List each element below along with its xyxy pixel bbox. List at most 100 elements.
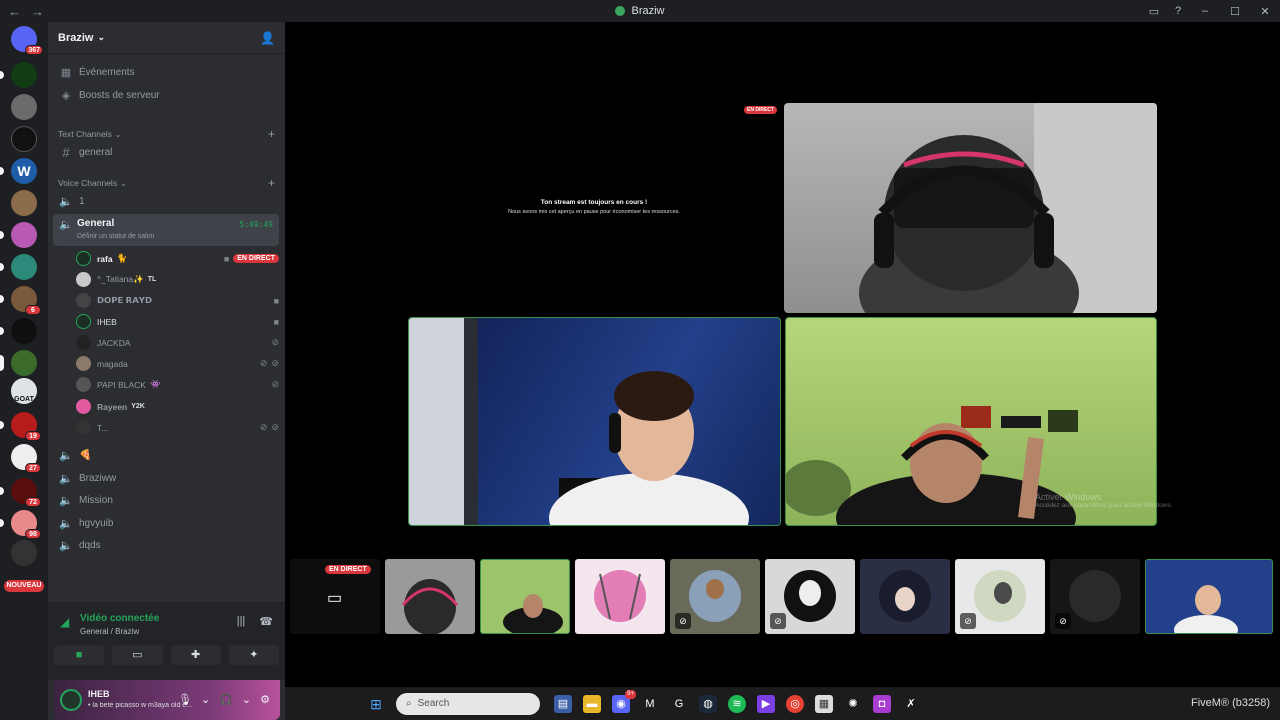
server-icon[interactable] bbox=[0, 350, 37, 376]
participant-tile[interactable] bbox=[860, 559, 950, 634]
participant-tile[interactable]: ⊘ bbox=[1050, 559, 1140, 634]
epic-games-icon[interactable]: M bbox=[641, 695, 659, 713]
events-item[interactable]: ▦ Événements bbox=[53, 62, 279, 83]
spotify-icon[interactable]: ≋ bbox=[728, 694, 746, 713]
server-icon[interactable]: 6 bbox=[0, 286, 41, 315]
voice-channel-path[interactable]: General / Braziw bbox=[80, 627, 139, 636]
server-play-icon[interactable] bbox=[11, 126, 37, 152]
voice-member[interactable]: T... ⊘ ⊘ bbox=[76, 417, 279, 438]
voice-member[interactable]: Rayeen Y2K bbox=[76, 396, 279, 417]
voice-channel-dqds[interactable]: 🔈 dqds bbox=[53, 535, 279, 556]
participant-tile[interactable] bbox=[480, 559, 570, 634]
activities-button[interactable]: ✚ bbox=[170, 645, 221, 665]
inbox-icon[interactable]: ▭ bbox=[1142, 5, 1166, 18]
chevron-down-icon[interactable]: ⌄ bbox=[242, 693, 251, 706]
settings-gear-icon[interactable]: ⚙ bbox=[260, 693, 270, 706]
server-icon[interactable]: 98 bbox=[0, 510, 41, 539]
file-explorer-icon[interactable]: ▬ bbox=[583, 694, 601, 713]
app-icon[interactable]: ◘ bbox=[873, 694, 891, 713]
server-icon[interactable]: 19 bbox=[0, 412, 41, 441]
participant-tile[interactable]: ⊘ bbox=[765, 559, 855, 634]
voice-channel-pizza[interactable]: 🔈 🍕 bbox=[53, 445, 279, 466]
discord-icon[interactable]: ◉ 9+ bbox=[612, 689, 636, 713]
server-icon[interactable] bbox=[11, 94, 37, 120]
app-icon[interactable]: ✗ bbox=[902, 695, 920, 713]
minimize-button[interactable]: – bbox=[1190, 5, 1220, 17]
avatar[interactable] bbox=[60, 689, 82, 711]
soundboard-button[interactable]: ✦ bbox=[228, 645, 279, 665]
speaker-icon: 🔈 bbox=[59, 473, 73, 485]
voice-channel-hgvyuib[interactable]: 🔈 hgvyuib bbox=[53, 513, 279, 534]
screen-share-button[interactable]: ▭ bbox=[112, 645, 163, 665]
add-channel-icon[interactable]: + bbox=[268, 176, 275, 190]
participant-tile[interactable] bbox=[385, 559, 475, 634]
camera-button[interactable]: ■ bbox=[54, 645, 105, 665]
add-channel-icon[interactable]: + bbox=[268, 127, 275, 141]
chevron-down-icon[interactable]: ⌄ bbox=[201, 693, 210, 706]
voice-member[interactable]: JACKDA ⊘ bbox=[76, 332, 279, 353]
steam-icon[interactable]: ◍ bbox=[699, 694, 717, 713]
invite-people-icon[interactable]: 👤 bbox=[260, 31, 275, 45]
voice-member[interactable]: magada ⊘ ⊘ bbox=[76, 353, 279, 374]
text-category[interactable]: Text Channels ⌄ + bbox=[58, 127, 275, 141]
server-w-icon[interactable]: W bbox=[0, 158, 37, 184]
voice-channel-general[interactable]: 🔈 General Définir un statut de salon 5:4… bbox=[53, 214, 279, 246]
help-icon[interactable]: ? bbox=[1166, 5, 1190, 17]
chrome-icon[interactable]: ◎ bbox=[786, 694, 804, 713]
forward-arrow-icon[interactable]: → bbox=[31, 4, 44, 19]
voice-member[interactable]: PAPI BLACK 👾 ⊘ bbox=[76, 374, 279, 395]
back-arrow-icon[interactable]: ← bbox=[8, 4, 21, 19]
participant-tile[interactable] bbox=[1145, 559, 1273, 634]
guild-header[interactable]: Braziw ⌄ 👤 bbox=[48, 22, 285, 54]
voice-member[interactable]: IHEB ■ bbox=[76, 311, 279, 332]
server-xxx-icon[interactable]: 72 bbox=[0, 478, 41, 507]
video-tile[interactable] bbox=[784, 103, 1157, 313]
stream-tile-paused[interactable]: Ton stream est toujours en cours ! Nous … bbox=[408, 103, 780, 313]
server-icon[interactable] bbox=[11, 190, 37, 216]
voice-member[interactable]: 𝗗𝗢𝗣𝗘 𝗥𝗔𝗬𝗗 ■ bbox=[76, 290, 279, 311]
direct-messages-icon[interactable]: 367 bbox=[11, 26, 43, 55]
channel-general[interactable]: # general bbox=[53, 142, 279, 163]
channel-status[interactable]: Définir un statut de salon bbox=[77, 233, 154, 240]
server-icon[interactable] bbox=[11, 540, 37, 566]
voice-member[interactable]: rafa 🐈 ■ EN DIRECT bbox=[76, 248, 279, 269]
participant-tile[interactable]: ⊘ bbox=[955, 559, 1045, 634]
voice-channel-braziww[interactable]: 🔈 Braziww bbox=[53, 468, 279, 489]
server-icon[interactable]: 27 bbox=[11, 444, 41, 473]
server-icon[interactable] bbox=[0, 318, 37, 344]
close-button[interactable]: ✕ bbox=[1250, 5, 1280, 18]
voice-channel-1[interactable]: 🔈 1 bbox=[53, 191, 279, 212]
disconnect-icon[interactable]: ☎ bbox=[259, 615, 273, 628]
app-icon[interactable]: ▶ bbox=[757, 694, 775, 713]
participant-tile[interactable]: ⊘ bbox=[670, 559, 760, 634]
microphone-icon[interactable]: 🎙 bbox=[178, 693, 192, 706]
maximize-button[interactable]: ☐ bbox=[1220, 5, 1250, 18]
voice-category[interactable]: Voice Channels ⌄ + bbox=[58, 176, 275, 190]
voice-member[interactable]: ^_Tatiana✨ TL bbox=[76, 269, 279, 290]
mic-muted-icon: ⊘ bbox=[1055, 613, 1071, 629]
voice-channel-mission[interactable]: 🔈 Mission bbox=[53, 490, 279, 511]
camera-icon: ■ bbox=[273, 295, 279, 306]
boosts-item[interactable]: ◈ Boosts de serveur bbox=[53, 85, 279, 106]
windows-start-icon[interactable]: ⊞ bbox=[367, 695, 385, 713]
server-elite-icon[interactable] bbox=[0, 62, 37, 88]
boosts-label: Boosts de serveur bbox=[79, 90, 160, 101]
avatar bbox=[76, 314, 91, 329]
launcher-icon[interactable]: G bbox=[670, 695, 688, 713]
taskbar-search[interactable]: ⌕ Search bbox=[396, 692, 540, 715]
server-goat-icon[interactable]: GOAT bbox=[11, 378, 37, 404]
deafened-icon: ⊘ bbox=[960, 613, 976, 629]
headphones-icon[interactable]: 🎧 bbox=[219, 693, 233, 706]
participant-tile[interactable] bbox=[575, 559, 665, 634]
server-icon[interactable] bbox=[0, 254, 37, 280]
noise-suppression-icon[interactable]: ||| bbox=[237, 615, 246, 628]
live-badge[interactable]: EN DIRECT bbox=[233, 254, 279, 263]
app-icon[interactable]: ✺ bbox=[844, 695, 862, 713]
guild-name: Braziw bbox=[58, 31, 94, 44]
calculator-icon[interactable]: ▤ bbox=[554, 694, 572, 713]
calculator-app-icon[interactable]: ▦ bbox=[815, 694, 833, 713]
stream-thumbnail[interactable]: EN DIRECT ▭ bbox=[290, 559, 380, 634]
signal-icon[interactable]: ◢ bbox=[60, 615, 69, 629]
server-icon[interactable] bbox=[0, 222, 37, 248]
video-tile[interactable] bbox=[408, 317, 781, 526]
